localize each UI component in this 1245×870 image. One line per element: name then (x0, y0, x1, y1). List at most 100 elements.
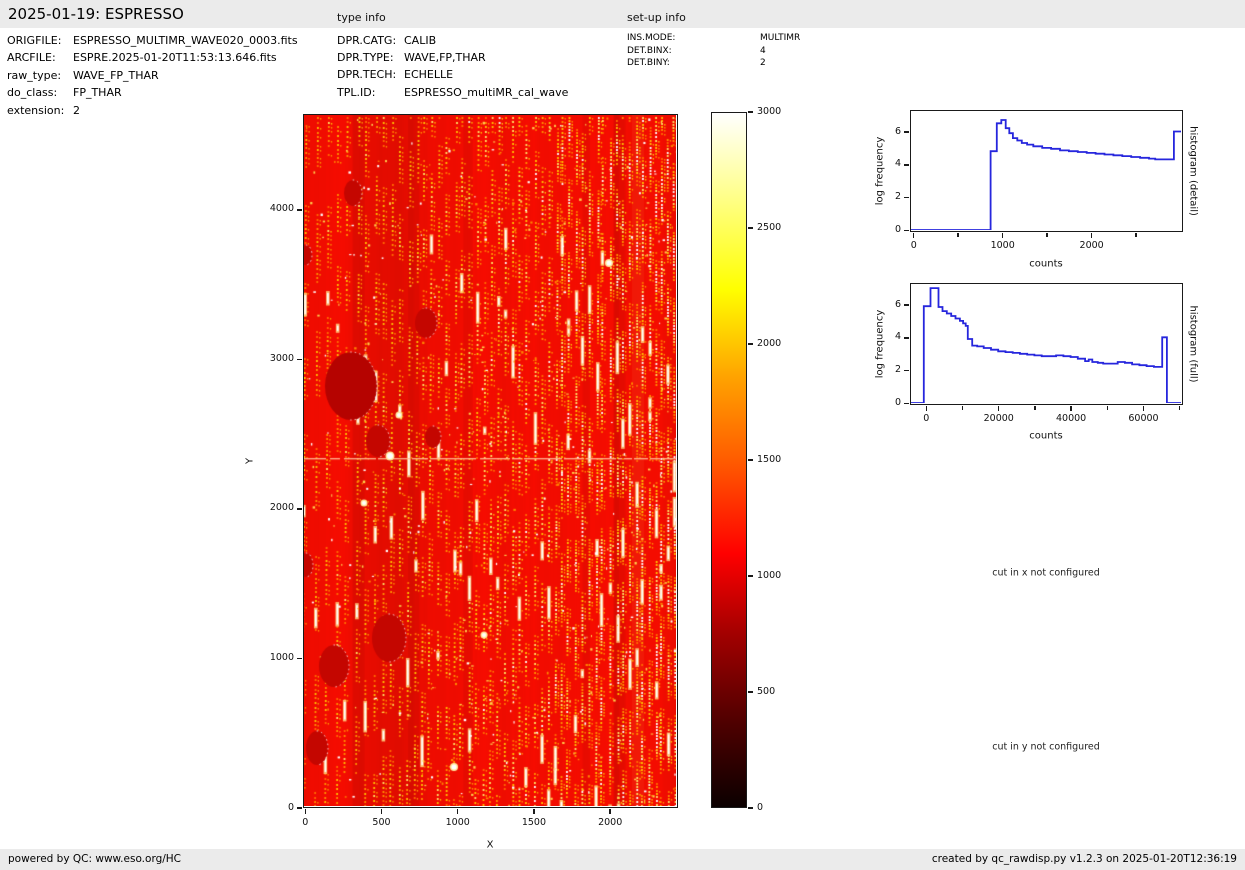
info-row: DPR.CATG: CALIB (337, 34, 436, 47)
info-value: MULTIMR (760, 33, 801, 43)
info-value: CALIB (404, 34, 437, 47)
info-label: TPL.ID: (337, 85, 376, 99)
axis-tick (903, 164, 909, 166)
axis-tick-label: 0 (923, 413, 930, 424)
axis-tick (748, 343, 753, 345)
axis-tick (1034, 406, 1036, 410)
header-bar: 2025-01-19: ESPRESSO type info set-up in… (0, 0, 1245, 28)
axis-tick (296, 508, 302, 510)
axis-tick-label: 1000 (990, 240, 1015, 251)
axis-tick (748, 459, 753, 461)
axis-tick-label: 1000 (269, 651, 294, 663)
qc-report-page: 2025-01-19: ESPRESSO type info set-up in… (0, 0, 1245, 870)
axis-tick-label: 500 (372, 817, 391, 828)
axis-tick-label: 2 (894, 364, 901, 376)
axis-tick-label: 1000 (757, 569, 782, 581)
info-row: extension: 2 (7, 104, 80, 117)
footer-bar: powered by QC: www.eso.org/HC created by… (0, 849, 1245, 870)
axis-tick (903, 304, 909, 306)
info-label: raw_type: (7, 68, 62, 82)
info-row: DPR.TECH: ECHELLE (337, 68, 453, 81)
info-row: DET.BINY: 2 (627, 58, 766, 68)
axis-tick (912, 233, 915, 238)
axis-tick-label: 2000 (1079, 240, 1104, 251)
info-row: INS.MODE: MULTIMR (627, 33, 800, 43)
hist-detail-xaxis-label: counts (1029, 258, 1063, 270)
info-value: 2 (73, 103, 80, 117)
axis-tick-label: 6 (894, 298, 901, 310)
axis-tick (296, 358, 302, 361)
axis-tick-label: 0 (302, 817, 309, 828)
axis-tick (1090, 233, 1093, 238)
axis-tick-label: 4000 (269, 203, 294, 215)
main-yaxis-label: Y (244, 457, 256, 465)
axis-tick (903, 337, 909, 339)
info-row: ORIGFILE: ESPRESSO_MULTIMR_WAVE020_0003.f… (7, 34, 298, 47)
axis-tick-label: 2000 (598, 817, 623, 828)
hist-detail-yaxis-label: log frequency (874, 136, 886, 206)
raw-image-plot (303, 114, 678, 808)
info-value: FP_THAR (73, 86, 122, 100)
info-label: ARCFILE: (7, 51, 56, 65)
axis-tick (925, 406, 928, 411)
info-label: DPR.CATG: (337, 34, 397, 47)
info-row: DET.BINX: 4 (627, 46, 766, 56)
hist-full-yaxis-label: log frequency (874, 309, 886, 379)
info-row: raw_type: WAVE_FP_THAR (7, 69, 159, 82)
axis-tick (456, 809, 459, 814)
axis-tick (903, 196, 909, 199)
cut-in-x-message: cut in x not configured (992, 567, 1100, 579)
axis-tick-label: 2 (894, 191, 901, 203)
axis-tick-label: 60000 (1128, 413, 1159, 424)
axis-tick-label: 4 (894, 331, 901, 343)
axis-tick (296, 209, 302, 211)
axis-tick (380, 809, 383, 814)
info-label: DPR.TECH: (337, 68, 397, 82)
axis-tick (903, 131, 909, 133)
info-value: WAVE,FP,THAR (404, 51, 486, 65)
hist-detail-right-label: histogram (detail) (1187, 126, 1199, 216)
axis-tick (748, 575, 753, 577)
axis-tick-label: 0 (757, 801, 764, 813)
info-label: DET.BINY: (627, 58, 670, 68)
axis-tick (304, 809, 307, 814)
axis-tick-label: 40000 (1055, 413, 1087, 424)
axis-tick (748, 111, 753, 113)
axis-tick (748, 227, 753, 229)
footer-left-text: powered by QC: www.eso.org/HC (8, 853, 182, 865)
info-label: DPR.TYPE: (337, 51, 394, 65)
histogram-detail-line (911, 119, 1181, 230)
info-value: 4 (760, 45, 766, 56)
axis-tick-label: 1000 (445, 817, 470, 828)
info-label: extension: (7, 103, 65, 117)
info-label: DET.BINX: (627, 45, 672, 56)
axis-tick-label: 1500 (521, 817, 547, 828)
axis-tick-label: 0 (910, 240, 917, 251)
axis-tick (1106, 406, 1109, 410)
histogram-detail-plot (910, 110, 1183, 232)
axis-tick-label: 500 (757, 685, 776, 697)
hist-full-right-label: histogram (full) (1187, 305, 1199, 383)
type-info-heading: type info (337, 11, 386, 24)
histogram-full-plot (910, 283, 1183, 405)
axis-tick (961, 406, 964, 410)
axis-tick (997, 406, 1000, 411)
hist-full-xaxis-label: counts (1029, 430, 1063, 442)
info-value: 2 (760, 58, 766, 68)
page-title: 2025-01-19: ESPRESSO (8, 5, 184, 23)
axis-tick-label: 3000 (757, 105, 782, 117)
info-row: TPL.ID: ESPRESSO_multiMR_cal_wave (337, 86, 568, 99)
axis-tick-label: 6 (894, 125, 901, 137)
info-value: ESPRESSO_MULTIMR_WAVE020_0003.fits (73, 34, 298, 47)
axis-tick-label: 2000 (269, 502, 294, 514)
axis-tick-label: 1500 (757, 453, 782, 465)
axis-tick-label: 2500 (757, 221, 782, 233)
axis-tick-label: 0 (894, 224, 901, 235)
info-value: ESPRE.2025-01-20T11:53:13.646.fits (73, 51, 277, 65)
axis-tick (1142, 406, 1145, 411)
info-row: ARCFILE: ESPRE.2025-01-20T11:53:13.646.fi… (7, 51, 277, 64)
info-label: do_class: (7, 86, 58, 100)
axis-tick-label: 0 (894, 397, 901, 408)
axis-tick (1135, 233, 1137, 237)
info-value: ESPRESSO_multiMR_cal_wave (404, 85, 569, 99)
